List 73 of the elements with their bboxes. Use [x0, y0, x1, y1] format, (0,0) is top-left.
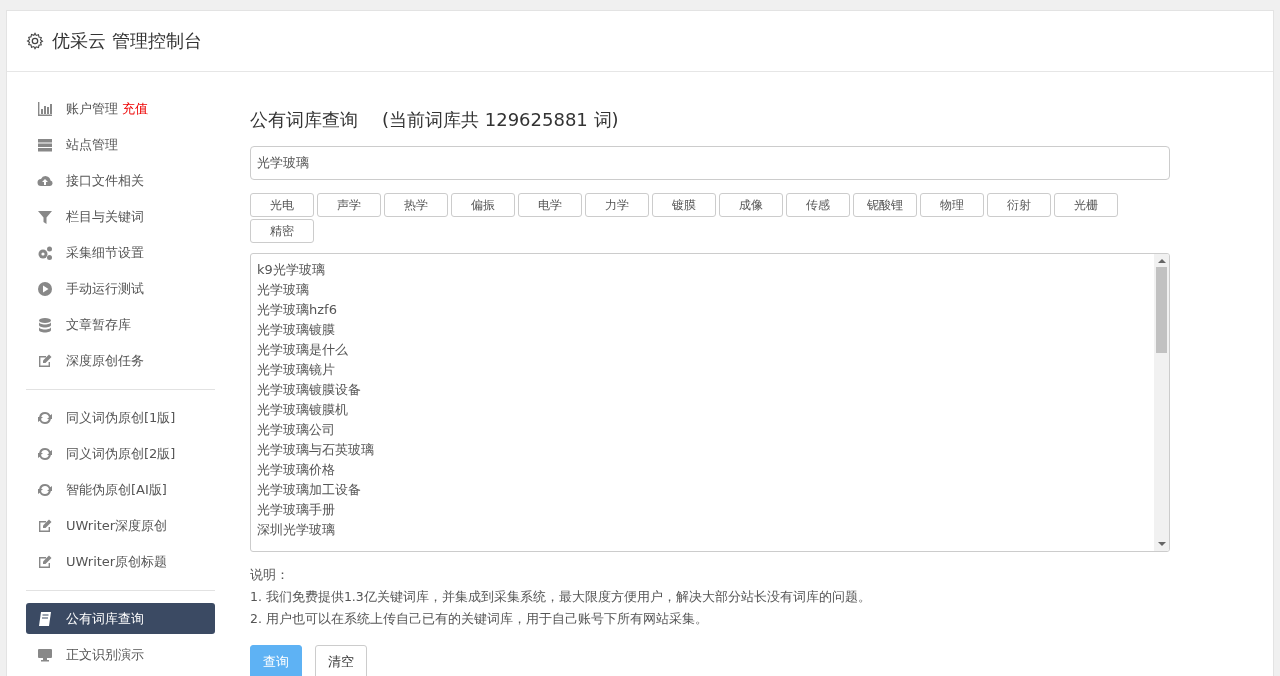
sidebar-item[interactable]: UWriter原创标题	[26, 544, 215, 580]
tag-button[interactable]: 成像	[719, 193, 783, 217]
refresh-icon	[37, 410, 53, 426]
scroll-down-icon[interactable]	[1157, 541, 1166, 547]
sidebar-item[interactable]: 深度原创任务	[26, 343, 215, 379]
sidebar-item[interactable]: 正文识别演示	[26, 637, 215, 673]
sidebar-item[interactable]: 账户管理 充值	[26, 91, 215, 127]
play-icon	[37, 281, 53, 297]
result-line: 光学玻璃与石英玻璃	[257, 441, 375, 459]
tag-button[interactable]: 镀膜	[652, 193, 716, 217]
tag-button[interactable]: 铌酸锂	[853, 193, 917, 217]
tag-button[interactable]: 物理	[920, 193, 984, 217]
tag-button[interactable]: 声学	[317, 193, 381, 217]
tag-button[interactable]: 偏振	[451, 193, 515, 217]
filter-icon	[37, 209, 53, 225]
edit-icon	[37, 554, 53, 570]
console-title: 优采云 管理控制台	[52, 29, 202, 53]
result-line: 光学玻璃hzf6	[257, 301, 338, 319]
tag-button[interactable]: 传感	[786, 193, 850, 217]
refresh-icon	[37, 482, 53, 498]
sidebar-item[interactable]: 站点管理	[26, 127, 215, 163]
result-line: 光学玻璃是什么	[257, 341, 349, 359]
edit-icon	[37, 353, 53, 369]
cloud-upload-icon	[37, 173, 53, 189]
sidebar-item[interactable]: 采集细节设置	[26, 235, 215, 271]
sidebar-item[interactable]: UWriter深度原创	[26, 508, 215, 544]
result-line: 光学玻璃手册	[257, 501, 336, 519]
bar-chart-icon	[37, 101, 53, 117]
result-line: 深圳光学玻璃	[257, 521, 336, 539]
sidebar-item[interactable]: 同义词伪原创[1版]	[26, 400, 215, 436]
sidebar-item[interactable]: 文章暂存库	[26, 307, 215, 343]
gears-icon	[37, 245, 53, 261]
tag-button[interactable]: 力学	[585, 193, 649, 217]
sidebar-item[interactable]: 智能伪原创[AI版]	[26, 472, 215, 508]
word-count: (当前词库共 129625881 词)	[382, 108, 619, 132]
notes-title: 说明：	[250, 566, 290, 584]
sidebar-item[interactable]: 公有词库查询	[26, 603, 215, 634]
result-line: 光学玻璃镀膜机	[257, 401, 349, 419]
tag-button[interactable]: 精密	[250, 219, 314, 243]
monitor-icon	[37, 647, 53, 663]
tag-button[interactable]: 衍射	[987, 193, 1051, 217]
result-line: 光学玻璃价格	[257, 461, 336, 479]
refresh-icon	[37, 446, 53, 462]
results-box[interactable]: k9光学玻璃 光学玻璃 光学玻璃hzf6 光学玻璃镀膜 光学玻璃是什么 光学玻璃镜片 光学玻璃镀膜设备 光学玻璃镀膜机 光学玻璃公司 光学玻璃与石英玻璃 光学玻璃价格 光学玻璃加工设备 光学玻璃手册 深圳光学玻璃	[250, 253, 1170, 552]
sidebar-item[interactable]: 接口文件相关	[26, 163, 215, 199]
search-field[interactable]: 光学玻璃	[250, 146, 1170, 180]
scroll-up-icon[interactable]	[1157, 258, 1166, 264]
result-line: 光学玻璃公司	[257, 421, 336, 439]
recharge-link[interactable]: 充值	[122, 100, 148, 118]
server-icon	[37, 137, 53, 153]
sidebar-item[interactable]: 同义词伪原创[2版]	[26, 436, 215, 472]
result-line: 光学玻璃	[257, 281, 310, 299]
tag-button[interactable]: 光栅	[1054, 193, 1118, 217]
settings-icon	[26, 32, 44, 50]
tag-button[interactable]: 电学	[518, 193, 582, 217]
scrollbar[interactable]	[1154, 254, 1169, 551]
clear-button[interactable]: 清空	[315, 645, 367, 676]
result-line: 光学玻璃镀膜设备	[257, 381, 362, 399]
result-line: 光学玻璃镜片	[257, 361, 336, 379]
result-line: k9光学玻璃	[257, 261, 326, 279]
result-line: 光学玻璃加工设备	[257, 481, 362, 499]
scrollbar-thumb[interactable]	[1156, 267, 1167, 353]
tag-button[interactable]: 热学	[384, 193, 448, 217]
sidebar-item[interactable]: 栏目与关键词	[26, 199, 215, 235]
book-icon	[37, 610, 53, 627]
sidebar-item[interactable]: 手动运行测试	[26, 271, 215, 307]
page-title: 公有词库查询	[250, 108, 358, 132]
result-line: 光学玻璃镀膜	[257, 321, 336, 339]
database-icon	[37, 317, 53, 333]
note-text: 2. 用户也可以在系统上传自己已有的关键词库，用于自己账号下所有网站采集。	[250, 610, 709, 628]
tag-button[interactable]: 光电	[250, 193, 314, 217]
edit-icon	[37, 518, 53, 534]
note-text: 1. 我们免费提供1.3亿关键词库，并集成到采集系统，最大限度方便用户，解决大部分站长没有词库的问题。	[250, 588, 872, 606]
